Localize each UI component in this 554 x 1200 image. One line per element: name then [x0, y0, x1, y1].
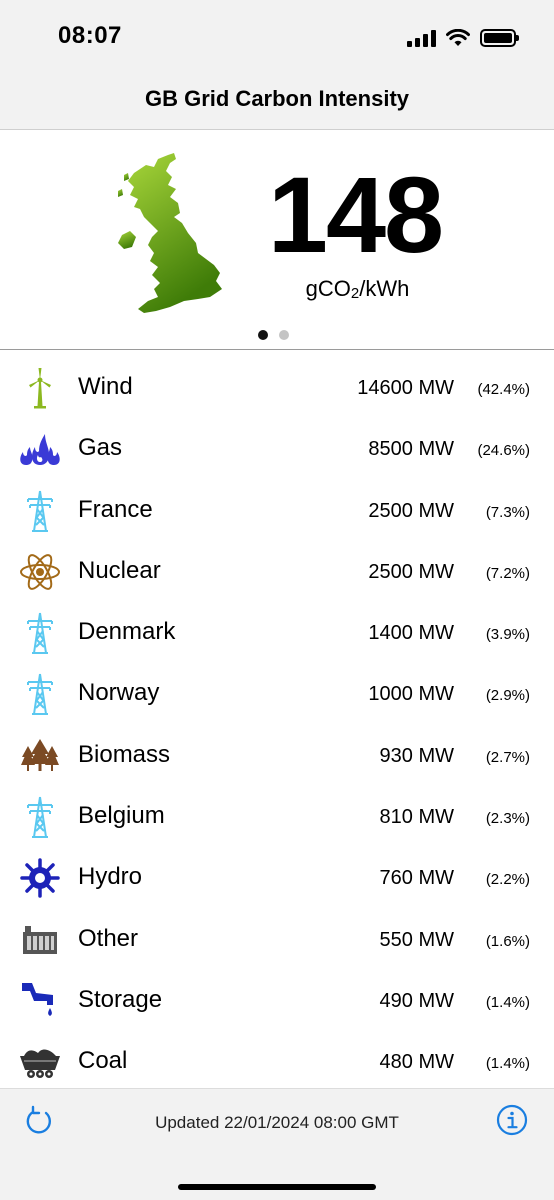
atom-icon: [18, 550, 62, 594]
last-updated-text: Updated 22/01/2024 08:00 GMT: [155, 1113, 399, 1132]
source-row-nuclear[interactable]: Nuclear 2500 MW (7.2%): [0, 541, 554, 602]
source-row-denmark[interactable]: Denmark 1400 MW (3.9%): [0, 602, 554, 663]
source-output-mw: 760 MW: [379, 867, 454, 890]
source-output-mw: 810 MW: [379, 806, 454, 829]
status-bar: 08:07: [0, 0, 554, 68]
generation-source-list[interactable]: Wind 14600 MW (42.4%) Gas 8500 MW (24.6%) Fr…: [0, 357, 554, 1088]
source-output-mw: 14600 MW: [357, 377, 454, 399]
status-time: 08:07: [58, 22, 122, 49]
bottom-toolbar: Updated 22/01/2024 08:00 GMT: [0, 1088, 554, 1200]
wind-turbine-icon: [18, 366, 62, 410]
source-name: Other: [78, 924, 139, 952]
wifi-icon: [446, 29, 470, 46]
source-row-biomass[interactable]: Biomass 930 MW (2.7%): [0, 725, 554, 786]
source-name: France: [78, 495, 153, 523]
source-name: Storage: [78, 985, 163, 1013]
source-output-mw: 1000 MW: [368, 683, 454, 706]
factory-icon: [18, 918, 62, 962]
pylon-icon: [18, 611, 62, 655]
carbon-intensity-unit: gCO2/kWh: [255, 276, 460, 302]
source-output-mw: 480 MW: [379, 1051, 454, 1074]
trees-icon: [18, 734, 62, 778]
pylon-icon: [18, 672, 62, 716]
source-share-percent: (1.4%): [485, 993, 530, 1011]
source-name: Wind: [78, 373, 133, 400]
source-output-mw: 490 MW: [379, 989, 454, 1012]
source-name: Norway: [78, 679, 160, 707]
source-share-percent: (3.9%): [485, 626, 530, 644]
intensity-summary[interactable]: 148 gCO2/kWh: [0, 131, 554, 350]
source-share-percent: (2.2%): [485, 871, 530, 889]
source-output-mw: 2500 MW: [368, 560, 454, 583]
carbon-intensity-value: 148: [267, 154, 444, 275]
cellular-signal-icon: [407, 29, 436, 47]
source-share-percent: (1.6%): [485, 932, 530, 950]
source-share-percent: (7.2%): [485, 564, 530, 582]
page-control[interactable]: [258, 330, 289, 340]
source-output-mw: 8500 MW: [368, 438, 454, 461]
source-output-mw: 2500 MW: [368, 499, 454, 522]
source-row-hydro[interactable]: Hydro 760 MW (2.2%): [0, 847, 554, 908]
source-share-percent: (7.3%): [485, 503, 530, 521]
source-name: Belgium: [78, 802, 165, 830]
source-name: Denmark: [78, 618, 176, 646]
page-title: GB Grid Carbon Intensity: [144, 85, 410, 111]
source-share-percent: (2.7%): [485, 748, 530, 766]
info-icon[interactable]: [496, 1104, 528, 1136]
source-row-coal[interactable]: Coal 480 MW (1.4%): [0, 1031, 554, 1088]
source-row-belgium[interactable]: Belgium 810 MW (2.3%): [0, 786, 554, 847]
status-icons: [407, 25, 519, 47]
source-name: Biomass: [78, 740, 171, 768]
battery-icon: [480, 29, 519, 47]
source-share-percent: (1.4%): [485, 1055, 530, 1073]
source-name: Gas: [78, 434, 123, 462]
source-row-storage[interactable]: Storage 490 MW (1.4%): [0, 970, 554, 1031]
source-row-gas[interactable]: Gas 8500 MW (24.6%): [0, 418, 554, 479]
source-name: Hydro: [78, 863, 143, 891]
pylon-icon: [18, 795, 62, 839]
source-share-percent: (42.4%): [477, 381, 530, 398]
source-row-other[interactable]: Other 550 MW (1.6%): [0, 909, 554, 970]
unit-prefix: gCO: [305, 276, 351, 301]
pylon-icon: [18, 489, 62, 533]
source-share-percent: (24.6%): [477, 442, 530, 460]
home-indicator[interactable]: [178, 1184, 376, 1190]
water-wheel-icon: [18, 856, 62, 900]
navigation-bar: GB Grid Carbon Intensity: [0, 68, 554, 130]
source-row-norway[interactable]: Norway 1000 MW (2.9%): [0, 663, 554, 724]
page-dot-2[interactable]: [279, 330, 289, 340]
source-name: Nuclear: [78, 556, 161, 584]
source-row-france[interactable]: France 2500 MW (7.3%): [0, 480, 554, 541]
source-share-percent: (2.9%): [485, 687, 530, 705]
source-output-mw: 550 MW: [379, 928, 454, 951]
source-output-mw: 930 MW: [379, 744, 454, 767]
source-row-wind[interactable]: Wind 14600 MW (42.4%): [0, 357, 554, 418]
page-dot-1[interactable]: [258, 330, 268, 340]
coal-cart-icon: [18, 1040, 62, 1084]
unit-suffix: /kWh: [359, 276, 410, 301]
source-output-mw: 1400 MW: [368, 622, 454, 645]
source-name: Coal: [78, 1047, 128, 1075]
unit-subscript: 2: [350, 285, 360, 302]
source-share-percent: (2.3%): [485, 810, 530, 828]
great-britain-map-icon: [118, 153, 222, 313]
gas-flame-icon: [18, 427, 62, 471]
storage-tap-icon: [18, 979, 62, 1023]
